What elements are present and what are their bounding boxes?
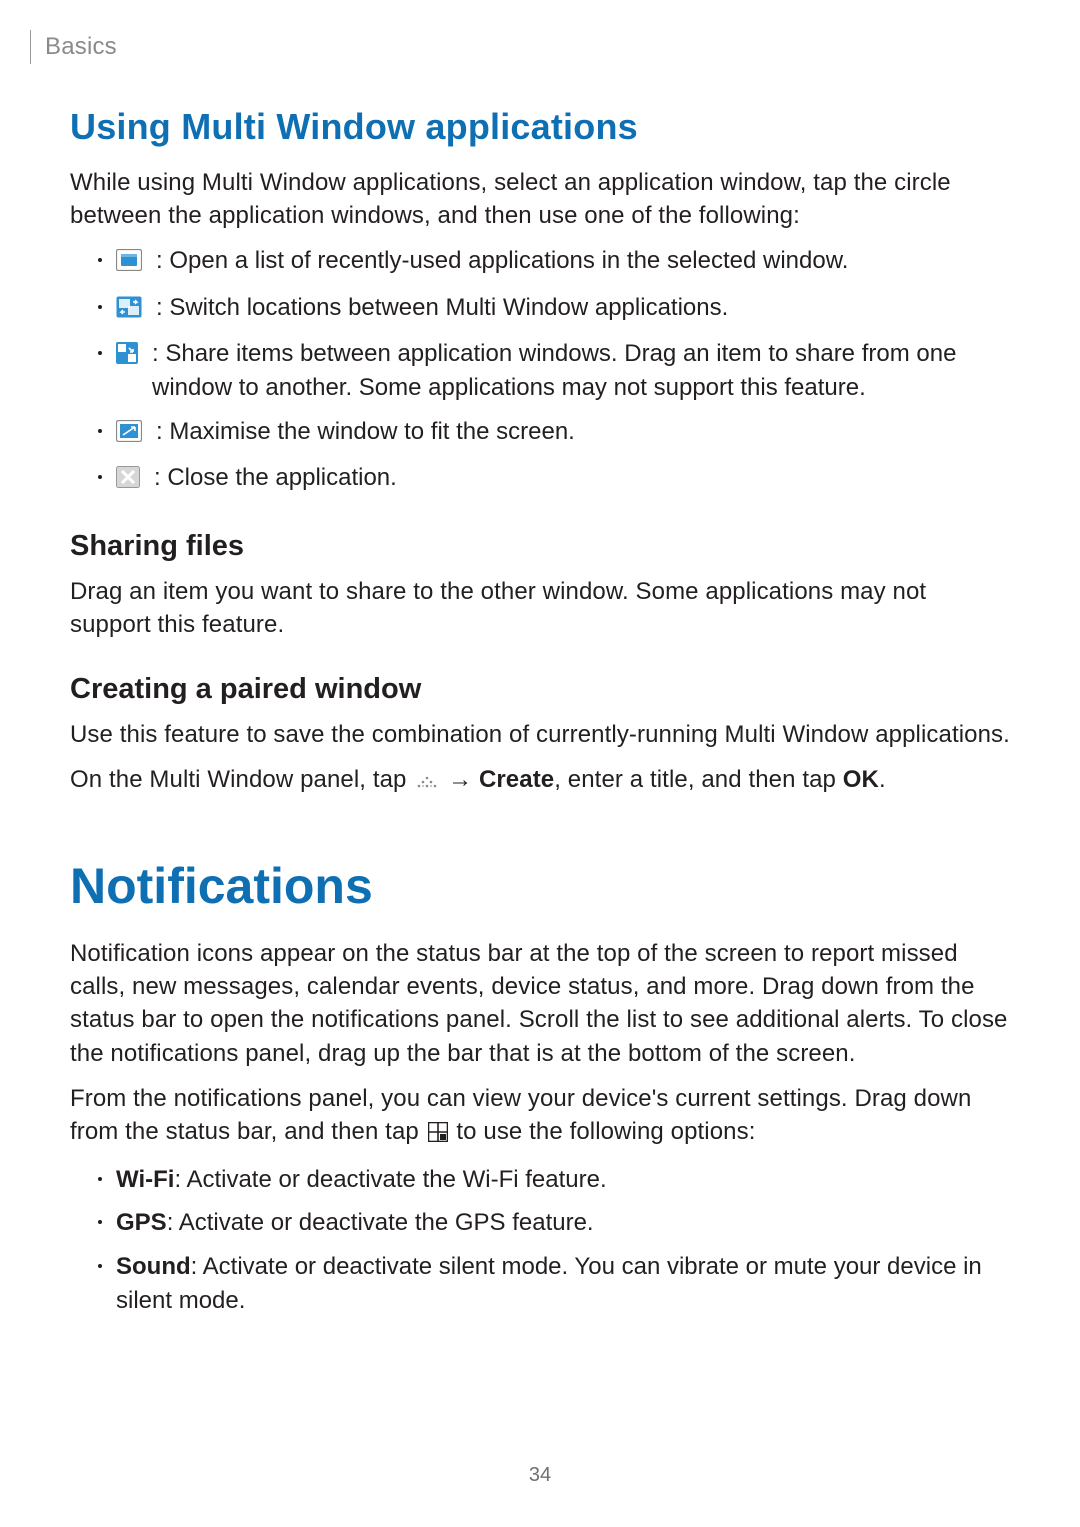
multi-window-actions-list: : Open a list of recently-used applicati… bbox=[70, 244, 1010, 498]
close-app-icon bbox=[116, 464, 140, 498]
option-label: Sound bbox=[116, 1253, 191, 1280]
list-item: GPS: Activate or deactivate the GPS feat… bbox=[98, 1206, 1010, 1240]
notifications-options-list: Wi-Fi: Activate or deactivate the Wi-Fi … bbox=[70, 1163, 1010, 1317]
option-text: : Activate or deactivate silent mode. Yo… bbox=[116, 1253, 982, 1314]
settings-grid-icon bbox=[428, 1118, 448, 1151]
notifications-p1: Notification icons appear on the status … bbox=[70, 937, 1010, 1069]
list-item: : Maximise the window to fit the screen. bbox=[98, 415, 1010, 452]
switch-windows-icon bbox=[116, 294, 142, 328]
share-items-icon bbox=[116, 340, 138, 374]
more-options-icon bbox=[415, 766, 439, 799]
section-name: Basics bbox=[45, 33, 117, 61]
page-header: Basics bbox=[30, 30, 1010, 64]
list-item-text: Sound: Activate or deactivate silent mod… bbox=[116, 1250, 1010, 1317]
list-item-text: Wi-Fi: Activate or deactivate the Wi-Fi … bbox=[116, 1163, 607, 1197]
list-item: Wi-Fi: Activate or deactivate the Wi-Fi … bbox=[98, 1163, 1010, 1197]
bullet-dot bbox=[98, 351, 102, 355]
list-item-text: : Close the application. bbox=[154, 461, 1010, 495]
heading-paired-window: Creating a paired window bbox=[70, 673, 1010, 706]
list-item: : Switch locations between Multi Window … bbox=[98, 291, 1010, 328]
heading-using-multi-window: Using Multi Window applications bbox=[70, 106, 1010, 148]
option-text: : Activate or deactivate the Wi-Fi featu… bbox=[174, 1166, 606, 1193]
page-number: 34 bbox=[0, 1464, 1080, 1487]
bullet-dot bbox=[98, 258, 102, 262]
list-item-text: : Switch locations between Multi Window … bbox=[156, 291, 1010, 325]
heading-notifications: Notifications bbox=[70, 857, 1010, 915]
list-item-text: GPS: Activate or deactivate the GPS feat… bbox=[116, 1206, 594, 1240]
list-item-text: : Maximise the window to fit the screen. bbox=[156, 415, 1010, 449]
bullet-dot bbox=[98, 1177, 102, 1181]
list-item-text: : Open a list of recently-used applicati… bbox=[156, 244, 1010, 278]
header-divider bbox=[30, 30, 31, 64]
list-item-text: : Share items between application window… bbox=[152, 337, 1010, 404]
text-run: . bbox=[879, 766, 886, 793]
list-item: : Share items between application window… bbox=[98, 337, 1010, 404]
recent-apps-icon bbox=[116, 247, 142, 281]
list-item: : Open a list of recently-used applicati… bbox=[98, 244, 1010, 281]
notifications-p2: From the notifications panel, you can vi… bbox=[70, 1082, 1010, 1151]
heading-sharing-files: Sharing files bbox=[70, 530, 1010, 563]
ok-label: OK bbox=[843, 766, 879, 793]
option-label: Wi-Fi bbox=[116, 1166, 174, 1193]
text-run: to use the following options: bbox=[450, 1118, 756, 1145]
bullet-dot bbox=[98, 429, 102, 433]
intro-paragraph: While using Multi Window applications, s… bbox=[70, 166, 1010, 232]
create-label: Create bbox=[479, 766, 554, 793]
paired-window-body-1: Use this feature to save the combination… bbox=[70, 718, 1010, 751]
paired-window-body-2: On the Multi Window panel, tap → Create,… bbox=[70, 763, 1010, 799]
bullet-dot bbox=[98, 1220, 102, 1224]
maximise-icon bbox=[116, 418, 142, 452]
bullet-dot bbox=[98, 475, 102, 479]
bullet-dot bbox=[98, 305, 102, 309]
list-item: Sound: Activate or deactivate silent mod… bbox=[98, 1250, 1010, 1317]
bullet-dot bbox=[98, 1264, 102, 1268]
text-run: On the Multi Window panel, tap bbox=[70, 766, 413, 793]
list-item: : Close the application. bbox=[98, 461, 1010, 498]
option-label: GPS bbox=[116, 1209, 167, 1236]
text-run: → bbox=[448, 766, 479, 793]
option-text: : Activate or deactivate the GPS feature… bbox=[167, 1209, 594, 1236]
sharing-files-body: Drag an item you want to share to the ot… bbox=[70, 575, 1010, 641]
text-run: , enter a title, and then tap bbox=[554, 766, 843, 793]
